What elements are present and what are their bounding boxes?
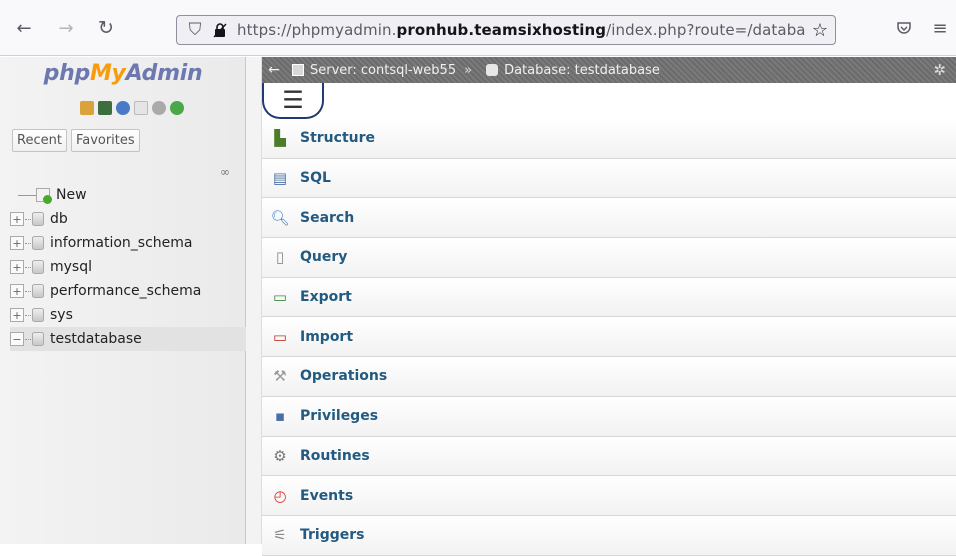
- menu-item-routines[interactable]: ⚙ Routines: [262, 436, 956, 477]
- reload-icon[interactable]: ↻: [92, 0, 120, 56]
- menu-item-label: Structure: [300, 130, 376, 147]
- breadcrumb-server[interactable]: Server: contsql-web55: [310, 63, 456, 78]
- menu-item-operations[interactable]: ⚒ Operations: [262, 357, 956, 397]
- routines-icon: ⚙: [273, 446, 287, 465]
- collapse-navigation-arrow-icon[interactable]: ←: [262, 62, 286, 78]
- tree-item-performance-schema[interactable]: + performance_schema: [10, 279, 246, 303]
- database-tree: New + db + information_schema + mysql + …: [10, 183, 246, 351]
- menu-item-query[interactable]: ▯ Query: [262, 238, 956, 278]
- back-arrow-icon[interactable]: ←: [10, 0, 38, 56]
- menu-item-label: Triggers: [300, 527, 365, 544]
- tree-item-label: performance_schema: [50, 283, 202, 299]
- tree-item-label: mysql: [50, 259, 92, 275]
- recent-favorites-tabs: Recent Favorites: [12, 129, 140, 152]
- server-icon: [292, 64, 304, 76]
- expand-icon[interactable]: +: [10, 212, 24, 226]
- hamburger-icon: ☰: [282, 86, 304, 114]
- tree-item-label: information_schema: [50, 235, 193, 251]
- home-icon[interactable]: [80, 101, 94, 115]
- tree-item-sys[interactable]: + sys: [10, 303, 246, 327]
- expand-icon[interactable]: +: [10, 236, 24, 250]
- menu-item-import[interactable]: ▭ Import: [262, 317, 956, 358]
- menu-item-triggers[interactable]: ⚟ Triggers: [262, 515, 956, 556]
- expand-icon[interactable]: +: [10, 284, 24, 298]
- menu-item-label: Events: [300, 487, 354, 504]
- menu-item-search[interactable]: 🔍︎ Search: [262, 198, 956, 239]
- database-icon: [486, 64, 499, 76]
- phpmyadmin-logo[interactable]: phpMyAdmin: [0, 61, 246, 86]
- database-menu: ▙ Structure ▤ SQL 🔍︎ Search ▯ Query ▭ Export ▭ Impo…: [262, 119, 956, 556]
- logout-icon[interactable]: [98, 101, 112, 115]
- bookmark-star-icon[interactable]: ☆: [805, 20, 835, 41]
- menu-item-export[interactable]: ▭ Export: [262, 277, 956, 318]
- tree-item-testdatabase[interactable]: − testdatabase: [10, 327, 246, 351]
- url-text: https://phpmyadmin.pronhub.teamsixhostin…: [237, 21, 805, 39]
- nav-icon-bar: [80, 101, 184, 117]
- settings-icon[interactable]: [152, 101, 166, 115]
- menu-item-label: Export: [300, 289, 352, 306]
- forward-arrow-icon[interactable]: →: [52, 0, 80, 56]
- address-bar[interactable]: ⛉ https://phpmyadmin.pronhub.teamsixhost…: [176, 15, 836, 45]
- database-icon: [32, 308, 44, 322]
- browser-toolbar: ← → ↻ ⛉ https://phpmyadmin.pronhub.teams…: [0, 0, 956, 56]
- recent-button[interactable]: Recent: [12, 129, 67, 152]
- menu-item-events[interactable]: ◴ Events: [262, 476, 956, 516]
- hamburger-menu-icon[interactable]: ≡: [928, 0, 952, 56]
- collapse-icon[interactable]: −: [10, 332, 24, 346]
- query-icon: ▯: [275, 248, 285, 267]
- tree-item-label: New: [56, 187, 87, 203]
- database-icon: [32, 332, 44, 346]
- navigation-panel: phpMyAdmin Recent Favorites ∞ New + db +…: [0, 57, 246, 544]
- expand-icon[interactable]: +: [10, 260, 24, 274]
- tree-item-mysql[interactable]: + mysql: [10, 255, 246, 279]
- menu-item-label: Privileges: [300, 408, 379, 425]
- menu-item-sql[interactable]: ▤ SQL: [262, 158, 956, 199]
- menu-item-label: Import: [300, 328, 354, 345]
- breadcrumb: ← Server: contsql-web55 » Database: test…: [262, 57, 956, 83]
- menu-item-privileges[interactable]: ▪ Privileges: [262, 396, 956, 437]
- events-icon: ◴: [273, 486, 287, 505]
- link-icon[interactable]: ∞: [220, 165, 230, 179]
- database-icon: [32, 260, 44, 274]
- import-icon: ▭: [272, 327, 288, 346]
- tree-item-label: sys: [50, 307, 73, 323]
- search-icon: 🔍︎: [270, 208, 290, 227]
- documentation-icon[interactable]: [134, 101, 148, 115]
- sql-icon: ▤: [272, 169, 288, 188]
- help-icon[interactable]: [116, 101, 130, 115]
- tree-item-information-schema[interactable]: + information_schema: [10, 231, 246, 255]
- triggers-icon: ⚟: [273, 526, 287, 545]
- shield-icon[interactable]: ⛉: [181, 20, 209, 40]
- menu-item-label: Query: [300, 249, 348, 266]
- main-panel: ← Server: contsql-web55 » Database: test…: [262, 57, 956, 556]
- tree-item-label: db: [50, 211, 68, 227]
- database-icon: [32, 284, 44, 298]
- menu-item-structure[interactable]: ▙ Structure: [262, 119, 956, 159]
- tree-item-new[interactable]: New: [10, 183, 246, 207]
- menu-item-label: Search: [300, 209, 355, 226]
- new-database-icon: [36, 188, 52, 204]
- reload-navigation-icon[interactable]: [170, 101, 184, 115]
- menu-toggle-button[interactable]: ☰: [262, 83, 324, 119]
- lock-icon[interactable]: [209, 22, 231, 38]
- tree-item-label: testdatabase: [50, 331, 142, 347]
- export-icon: ▭: [272, 288, 288, 307]
- expand-icon[interactable]: +: [10, 308, 24, 322]
- menu-item-label: Operations: [300, 368, 388, 385]
- favorites-button[interactable]: Favorites: [70, 129, 140, 152]
- pocket-icon[interactable]: [892, 0, 916, 56]
- breadcrumb-separator: »: [464, 62, 473, 78]
- menu-item-label: Routines: [300, 447, 370, 464]
- wrench-icon: ⚒: [273, 367, 287, 386]
- breadcrumb-database[interactable]: Database: testdatabase: [504, 63, 660, 78]
- privileges-icon: ▪: [274, 407, 286, 426]
- structure-icon: ▙: [274, 129, 286, 148]
- database-icon: [32, 236, 44, 250]
- menu-item-label: SQL: [300, 170, 331, 187]
- database-icon: [32, 212, 44, 226]
- navigation-resizer[interactable]: [246, 57, 262, 544]
- tree-item-db[interactable]: + db: [10, 207, 246, 231]
- gear-icon[interactable]: ✲: [933, 61, 946, 79]
